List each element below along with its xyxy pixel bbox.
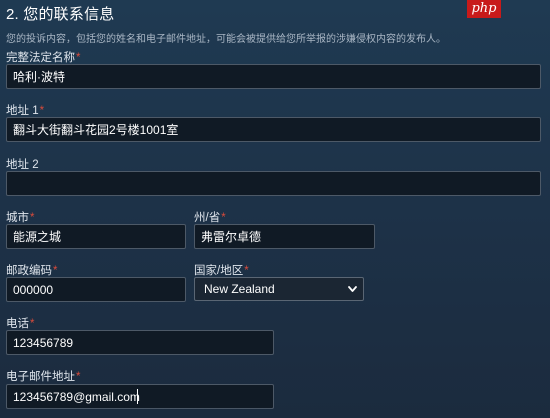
state-label-text: 州/省 [194,212,221,224]
postal-code-label: 邮政编码* [6,262,57,278]
required-asterisk: * [76,371,81,383]
address1-label: 地址 1* [6,102,44,118]
email-label-text: 电子邮件地址 [6,371,75,383]
postal-code-label-text: 邮政编码 [6,265,52,277]
phone-input[interactable] [6,330,274,355]
city-input[interactable] [6,224,186,249]
state-label: 州/省* [194,209,226,225]
section-description: 您的投诉内容，包括您的姓名和电子邮件地址，可能会被提供给您所举报的涉嫌侵权内容的… [6,34,446,45]
country-select-value: New Zealand [204,282,275,296]
section-title: 2. 您的联系信息 [6,6,115,23]
php-logo-badge: php [467,0,501,18]
city-label-text: 城市 [6,212,29,224]
city-label: 城市* [6,209,34,225]
chevron-down-icon [348,286,357,292]
full-name-label: 完整法定名称* [6,49,80,65]
required-asterisk: * [76,52,81,64]
address1-input[interactable] [6,117,541,142]
email-label: 电子邮件地址* [6,368,80,384]
phone-label-text: 电话 [6,318,29,330]
phone-label: 电话* [6,315,34,331]
full-name-input[interactable] [6,64,541,89]
country-label: 国家/地区* [194,262,249,278]
text-cursor [137,389,138,404]
address2-label-text: 地址 2 [6,159,39,171]
required-asterisk: * [221,212,226,224]
bottom-fade [0,408,550,418]
email-input[interactable] [6,384,274,409]
postal-code-input[interactable] [6,277,186,302]
country-label-text: 国家/地区 [194,265,244,277]
state-input[interactable] [194,224,375,249]
required-asterisk: * [30,318,35,330]
required-asterisk: * [53,265,58,277]
address2-label: 地址 2 [6,156,39,172]
required-asterisk: * [244,265,249,277]
required-asterisk: * [30,212,35,224]
required-asterisk: * [39,105,45,117]
address2-input[interactable] [6,171,541,196]
full-name-label-text: 完整法定名称 [6,52,75,64]
country-select[interactable]: New Zealand [194,277,364,301]
address1-label-text: 地址 1 [6,105,39,117]
